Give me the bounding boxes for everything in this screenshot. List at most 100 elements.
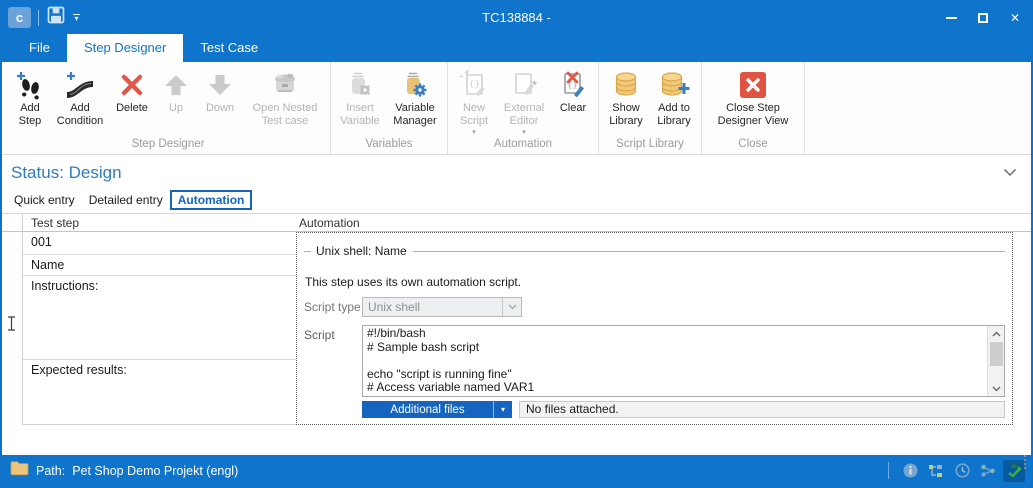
tab-file[interactable]: File [12,34,67,62]
svg-text:{}: {} [469,80,480,90]
files-row-spacer [304,401,362,404]
add-step-icon [15,68,45,102]
close-button[interactable]: ✕ [999,5,1031,30]
close-step-designer-view-icon [738,68,768,102]
automation-description: This step uses its own automation script… [305,275,1005,289]
scrollbar-thumb[interactable] [990,342,1003,366]
tab-quick-entry[interactable]: Quick entry [7,191,82,209]
new-script-button[interactable]: {} New Script ▾ [451,66,497,136]
show-library-button[interactable]: Show Library [602,66,650,128]
splitter-handle[interactable] [1024,455,1026,469]
script-label: Script [304,325,362,342]
combobox-arrow-icon [502,298,521,316]
qat-customize-chevron-icon[interactable]: ▾ [73,14,80,21]
ribbon-group-close: Close Step Designer View Close [702,62,805,154]
clear-button[interactable]: {} Clear [551,66,595,115]
info-icon[interactable] [899,460,921,482]
ribbon-group-variables: Insert Variable Variable Manager Variabl… [331,62,448,154]
collapse-chevron-icon[interactable] [1003,164,1017,182]
save-icon[interactable] [46,5,66,30]
row-gutter-header [2,214,23,231]
down-arrow-icon [206,68,234,102]
maximize-button[interactable] [967,5,999,30]
status-bar: Path: Pet Shop Demo Projekt (engl) [2,455,1031,486]
main-content: Status: Design Quick entry Detailed entr… [2,155,1031,455]
external-editor-label: External Editor [500,102,548,128]
tab-detailed-entry[interactable]: Detailed entry [82,191,170,209]
instructions-input-cell[interactable] [23,297,296,360]
divider [888,462,889,479]
additional-files-button[interactable]: Additional files ▾ [362,401,512,418]
status-bar-icons [888,460,1025,482]
external-editor-dropdown-icon[interactable]: ▾ [522,129,526,136]
title-bar: c ▾ TC138884 - ✕ [2,2,1031,33]
insert-variable-button[interactable]: Insert Variable [334,66,386,128]
variable-manager-label: Variable Manager [389,102,441,128]
variable-manager-button[interactable]: Variable Manager [386,66,444,128]
tab-test-case[interactable]: Test Case [183,34,275,62]
down-button[interactable]: Down [197,66,243,115]
folder-icon [10,460,29,481]
close-step-designer-view-button[interactable]: Close Step Designer View [707,66,799,128]
expected-results-input-cell[interactable] [23,381,296,424]
scrollbar-up-icon[interactable] [988,326,1004,341]
open-nested-test-case-icon [269,68,301,102]
status-heading: Status: Design [11,163,1003,183]
additional-files-dropdown-icon[interactable]: ▾ [493,401,512,418]
show-library-label: Show Library [605,102,647,128]
automation-panel: Unix shell: Name This step uses its own … [296,232,1013,425]
script-scrollbar[interactable] [987,326,1004,396]
app-icon[interactable]: c [8,7,31,28]
tab-automation[interactable]: Automation [170,190,253,210]
script-groupbox-title: Unix shell: Name [316,244,407,258]
delete-icon [118,68,146,102]
instructions-label-cell[interactable]: Instructions: [23,276,296,297]
new-script-dropdown-icon[interactable]: ▾ [472,129,476,136]
expected-results-label-cell[interactable]: Expected results: [23,360,296,381]
share-icon[interactable] [977,460,999,482]
ribbon: Add Step Add Condition Delete [2,62,1031,155]
script-textarea[interactable]: #!/bin/bash # Sample bash script echo "s… [362,325,1005,397]
entry-tab-bar: Quick entry Detailed entry Automation [2,183,1031,210]
test-step-name-cell[interactable]: Name [23,255,296,276]
step-table: Test step Automation 001 Name Instructio… [2,213,1031,425]
variable-manager-icon [400,68,430,102]
clear-icon: {} [558,68,588,102]
open-nested-test-case-label: Open Nested Test case [246,102,324,128]
add-step-button[interactable]: Add Step [9,66,51,128]
add-to-library-icon [658,68,690,102]
column-header-test-step: Test step [23,214,296,231]
ribbon-group-label: Close [705,136,801,154]
ribbon-group-label: Automation [451,136,595,154]
history-icon[interactable] [951,460,973,482]
external-editor-button[interactable]: External Editor ▾ [497,66,551,136]
script-content[interactable]: #!/bin/bash # Sample bash script echo "s… [363,326,987,396]
path-label: Path: [36,464,65,478]
delete-button[interactable]: Delete [109,66,155,115]
clear-label: Clear [560,102,586,115]
additional-files-label: Additional files [362,404,493,416]
ribbon-group-script-library: Show Library Add to Library Script Libra… [599,62,702,154]
tab-step-designer[interactable]: Step Designer [67,34,183,62]
scrollbar-down-icon[interactable] [988,381,1004,396]
network-status-icon[interactable] [1003,460,1025,482]
script-type-select[interactable]: Unix shell [362,297,522,317]
menu-tab-bar: File Step Designer Test Case [2,33,1031,62]
new-script-icon: {} [459,68,489,102]
up-button[interactable]: Up [155,66,197,115]
add-to-library-button[interactable]: Add to Library [650,66,698,128]
open-nested-test-case-button[interactable]: Open Nested Test case [243,66,327,128]
new-script-label: New Script [454,102,494,128]
add-condition-button[interactable]: Add Condition [51,66,109,128]
script-type-value: Unix shell [363,300,502,314]
scrollbar-track[interactable] [988,341,1004,381]
add-condition-icon [65,68,95,102]
ribbon-group-label: Script Library [602,136,698,154]
ibeam-cursor [7,316,16,336]
minimize-button[interactable] [935,5,967,30]
up-arrow-icon [162,68,190,102]
up-label: Up [169,102,183,115]
test-step-number-cell[interactable]: 001 [23,232,296,255]
hierarchy-icon[interactable] [925,460,947,482]
test-step-column: 001 Name Instructions: Expected results: [23,232,296,425]
